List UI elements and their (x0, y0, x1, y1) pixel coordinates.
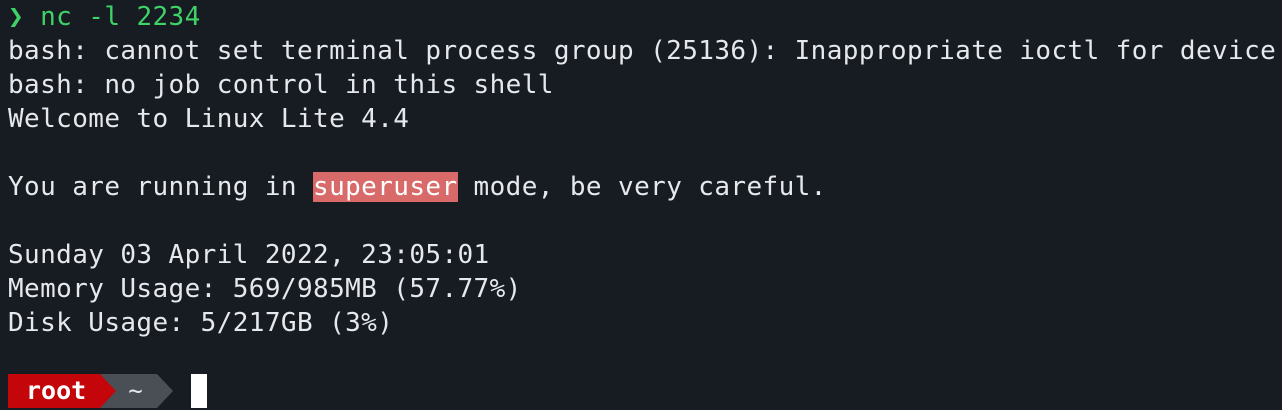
text-cursor[interactable] (190, 374, 207, 408)
superuser-highlight: superuser (313, 172, 458, 202)
prompt-chevron-icon: ❯ (8, 2, 25, 32)
output-line-superuser: You are running in superuser mode, be ve… (8, 170, 827, 204)
powerline-arrow-icon (156, 374, 173, 408)
output-line-memory: Memory Usage: 569/985MB (57.77%) (8, 274, 522, 304)
output-line-date: Sunday 03 April 2022, 23:05:01 (8, 240, 490, 270)
superuser-suffix: mode, be very careful. (457, 172, 827, 202)
output-line-job-control: bash: no job control in this shell (8, 70, 554, 100)
prompt-directory-segment: ~ (116, 374, 157, 408)
prompt-user-segment: root (8, 374, 101, 408)
superuser-prefix: You are running in (8, 172, 314, 202)
command-line: ❯ nc -l 2234 (8, 0, 201, 34)
output-line-ioctl: bash: cannot set terminal process group … (8, 36, 1277, 66)
terminal-window[interactable]: ❯ nc -l 2234 bash: cannot set terminal p… (0, 0, 1282, 410)
output-line-welcome: Welcome to Linux Lite 4.4 (8, 104, 410, 134)
powerline-arrow-icon (100, 374, 117, 408)
command-text: nc -l 2234 (40, 2, 201, 32)
shell-prompt: root ~ (8, 374, 207, 408)
output-line-disk: Disk Usage: 5/217GB (3%) (8, 308, 394, 338)
